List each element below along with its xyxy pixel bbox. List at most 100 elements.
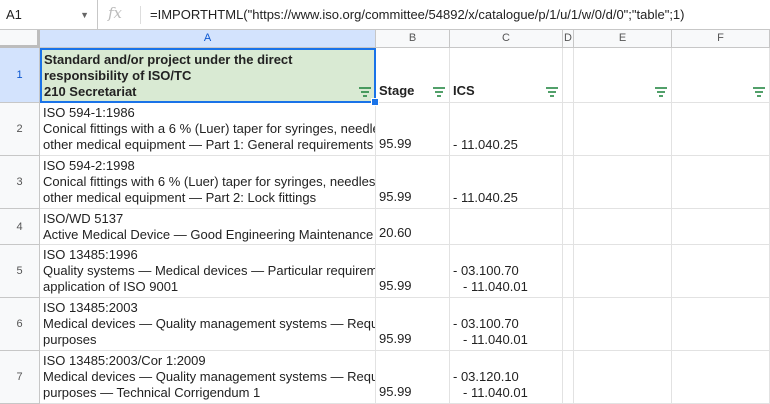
standard-reference: ISO 13485:2003/Cor 1:2009	[43, 353, 206, 368]
filter-icon[interactable]	[433, 87, 445, 97]
ics-cell[interactable]: - 03.100.70- 11.040.01	[450, 298, 563, 351]
row-header[interactable]: 3	[0, 156, 40, 209]
stage-cell[interactable]: 95.99	[376, 351, 450, 404]
stage-cell[interactable]: 95.99	[376, 298, 450, 351]
stage-value: 95.99	[379, 278, 412, 293]
standard-cell[interactable]: ISO/WD 5137 Active Medical Device — Good …	[40, 209, 376, 245]
row-header[interactable]: 6	[0, 298, 40, 351]
chevron-down-icon[interactable]: ▼	[80, 0, 89, 30]
cell-c1[interactable]: ICS	[450, 48, 563, 103]
cell-a1[interactable]: Standard and/or project under the direct…	[40, 48, 376, 103]
empty-cell[interactable]	[563, 298, 574, 351]
empty-cell[interactable]	[672, 103, 770, 156]
ics-code: - 03.120.10	[453, 369, 519, 384]
stage-cell[interactable]: 95.99	[376, 156, 450, 209]
standard-reference: ISO 13485:2003	[43, 300, 138, 315]
cell-reference: A1	[6, 7, 22, 22]
filter-icon[interactable]	[359, 87, 371, 97]
column-header-d[interactable]: D	[563, 30, 574, 48]
standard-cell[interactable]: ISO 594-1:1986 Conical fittings with a 6 …	[40, 103, 376, 156]
empty-cell[interactable]	[574, 298, 672, 351]
header-standard-line3: 210 Secretariat	[44, 84, 137, 99]
column-header-b[interactable]: B	[376, 30, 450, 48]
header-stage: Stage	[379, 83, 415, 98]
standard-title: Active Medical Device — Good Engineering…	[43, 227, 374, 242]
empty-cell[interactable]	[574, 245, 672, 298]
standard-reference: ISO 13485:1996	[43, 247, 138, 262]
ics-code: - 03.100.70	[453, 316, 519, 331]
empty-cell[interactable]	[563, 209, 574, 245]
stage-value: 95.99	[379, 189, 412, 204]
standard-title: Quality systems — Medical devices — Part…	[43, 263, 375, 278]
header-standard-line1: Standard and/or project under the direct	[44, 52, 293, 67]
ics-code: - 11.040.25	[453, 137, 518, 152]
stage-cell[interactable]: 95.99	[376, 245, 450, 298]
formula-separator	[140, 6, 141, 24]
stage-value: 95.99	[379, 136, 412, 151]
ics-cell[interactable]: - 11.040.25	[450, 103, 563, 156]
standard-reference: ISO 594-2:1998	[43, 158, 135, 173]
name-box[interactable]: A1 ▼	[0, 0, 98, 30]
standard-title-cont: application of ISO 9001	[43, 279, 179, 294]
empty-cell[interactable]	[574, 103, 672, 156]
standard-title: Medical devices — Quality management sys…	[43, 369, 375, 384]
empty-cell[interactable]	[672, 298, 770, 351]
ics-code: - 11.040.01	[463, 385, 528, 400]
standard-cell[interactable]: ISO 13485:1996 Quality systems — Medical …	[40, 245, 376, 298]
standard-title-cont: purposes — Technical Corrigendum 1	[43, 385, 261, 400]
standard-cell[interactable]: ISO 13485:2003/Cor 1:2009 Medical devices…	[40, 351, 376, 404]
standard-cell[interactable]: ISO 594-2:1998 Conical fittings with 6 % …	[40, 156, 376, 209]
stage-cell[interactable]: 20.60	[376, 209, 450, 245]
row-header[interactable]: 4	[0, 209, 40, 245]
function-icon: fx	[108, 4, 123, 22]
cell-d1[interactable]	[563, 48, 574, 103]
cell-e1[interactable]	[574, 48, 672, 103]
empty-cell[interactable]	[563, 103, 574, 156]
header-ics: ICS	[453, 83, 475, 98]
row-header[interactable]: 5	[0, 245, 40, 298]
empty-cell[interactable]	[563, 156, 574, 209]
empty-cell[interactable]	[574, 351, 672, 404]
empty-cell[interactable]	[574, 209, 672, 245]
ics-cell[interactable]: - 03.100.70- 11.040.01	[450, 245, 563, 298]
stage-value: 95.99	[379, 331, 412, 346]
empty-cell[interactable]	[672, 156, 770, 209]
formula-bar: A1 ▼ fx =IMPORTHTML("https://www.iso.org…	[0, 0, 770, 30]
ics-cell[interactable]: - 03.120.10- 11.040.01	[450, 351, 563, 404]
stage-value: 95.99	[379, 384, 412, 399]
ics-cell[interactable]	[450, 209, 563, 245]
empty-cell[interactable]	[672, 245, 770, 298]
column-header-e[interactable]: E	[574, 30, 672, 48]
standard-reference: ISO 594-1:1986	[43, 105, 135, 120]
ics-code: - 11.040.01	[463, 279, 528, 294]
standard-title-cont: other medical equipment — Part 1: Genera…	[43, 137, 374, 152]
row-header[interactable]: 7	[0, 351, 40, 404]
column-header-c[interactable]: C	[450, 30, 563, 48]
ics-code: - 11.040.01	[463, 332, 528, 347]
row-header-1[interactable]: 1	[0, 48, 40, 103]
cell-b1[interactable]: Stage	[376, 48, 450, 103]
standard-title: Conical fittings with 6 % (Luer) taper f…	[43, 174, 376, 189]
filter-icon[interactable]	[655, 87, 667, 97]
standard-title-cont: purposes	[43, 332, 97, 347]
row-header[interactable]: 2	[0, 103, 40, 156]
empty-cell[interactable]	[563, 245, 574, 298]
ics-code: - 11.040.25	[453, 190, 518, 205]
empty-cell[interactable]	[574, 156, 672, 209]
fill-handle[interactable]	[371, 98, 379, 106]
select-all-corner[interactable]	[0, 30, 40, 48]
filter-icon[interactable]	[753, 87, 765, 97]
ics-cell[interactable]: - 11.040.25	[450, 156, 563, 209]
standard-title: Conical fittings with a 6 % (Luer) taper…	[43, 121, 375, 136]
filter-icon[interactable]	[546, 87, 558, 97]
empty-cell[interactable]	[672, 351, 770, 404]
cell-f1[interactable]	[672, 48, 770, 103]
column-header-f[interactable]: F	[672, 30, 770, 48]
stage-cell[interactable]: 95.99	[376, 103, 450, 156]
column-header-a[interactable]: A	[40, 30, 376, 48]
standard-cell[interactable]: ISO 13485:2003 Medical devices — Quality …	[40, 298, 376, 351]
empty-cell[interactable]	[672, 209, 770, 245]
empty-cell[interactable]	[563, 351, 574, 404]
formula-input[interactable]: =IMPORTHTML("https://www.iso.org/committ…	[150, 0, 685, 30]
ics-code: - 03.100.70	[453, 263, 519, 278]
